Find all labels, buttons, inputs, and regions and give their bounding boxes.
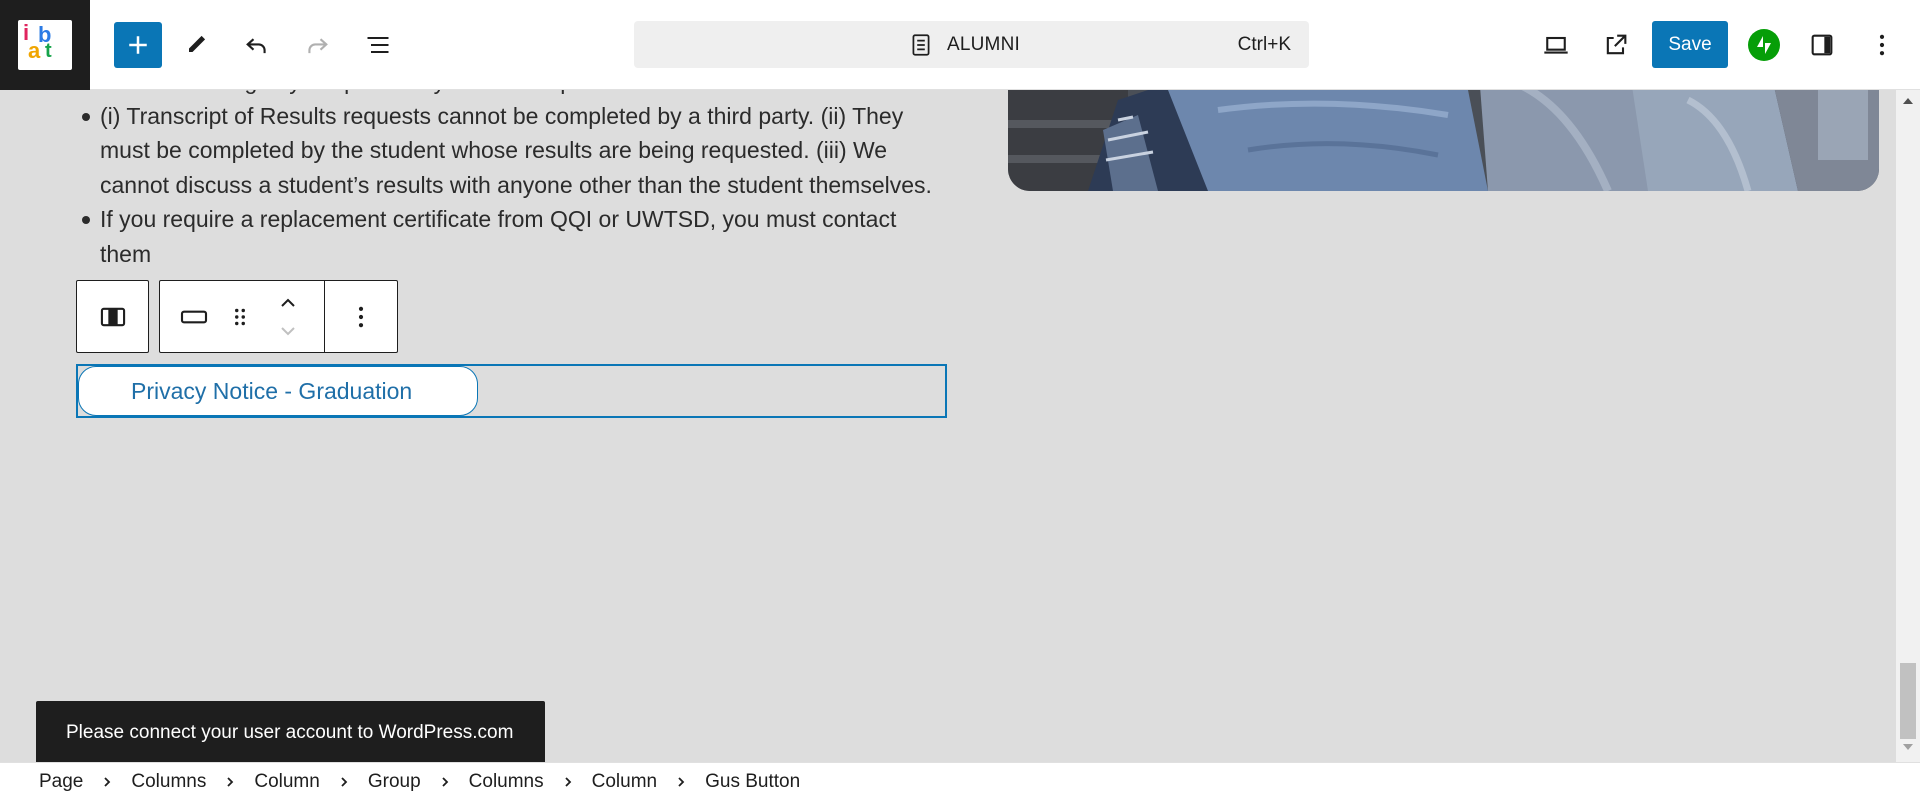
site-logo-image: i b a t bbox=[18, 20, 72, 70]
breadcrumb-label: Group bbox=[367, 770, 421, 792]
chevron-right-icon bbox=[216, 775, 244, 789]
block-toolbar bbox=[159, 280, 398, 353]
scroll-up-arrow[interactable] bbox=[1903, 98, 1913, 104]
add-block-button[interactable] bbox=[114, 22, 162, 68]
document-title: ALUMNI bbox=[947, 34, 1020, 55]
block-breadcrumb: Page Columns Column Group Columns Column… bbox=[0, 762, 1920, 800]
pencil-icon bbox=[187, 35, 206, 57]
save-button[interactable]: Save bbox=[1652, 21, 1728, 68]
logo-letter: a bbox=[28, 38, 41, 63]
plus-icon bbox=[129, 36, 147, 54]
block-type-button[interactable] bbox=[176, 299, 212, 335]
list-item[interactable]: (i) Transcript of Results requests canno… bbox=[82, 99, 950, 203]
breadcrumb-label: Column bbox=[254, 770, 320, 792]
breadcrumb-item[interactable]: Columns bbox=[469, 771, 544, 793]
columns-icon bbox=[100, 307, 125, 326]
breadcrumb-item[interactable]: Page bbox=[39, 771, 83, 793]
site-logo[interactable]: i b a t bbox=[0, 0, 90, 90]
command-shortcut: Ctrl+K bbox=[1237, 34, 1291, 55]
move-down-button[interactable] bbox=[270, 319, 306, 343]
logo-letter: t bbox=[45, 40, 52, 62]
move-up-button[interactable] bbox=[270, 291, 306, 315]
page-icon bbox=[912, 34, 930, 56]
photo-image bbox=[1008, 90, 1879, 191]
list-view-icon bbox=[367, 36, 389, 54]
options-button[interactable] bbox=[1858, 22, 1906, 68]
drag-handle-button[interactable] bbox=[222, 299, 258, 335]
tools-button[interactable] bbox=[172, 22, 220, 68]
chevron-right-icon bbox=[93, 775, 121, 789]
laptop-icon bbox=[1544, 36, 1568, 54]
document-overview-button[interactable] bbox=[354, 22, 402, 68]
bullet-list[interactable]: allow 3 working days to produce your tra… bbox=[82, 90, 950, 271]
sidebar-icon bbox=[1811, 34, 1833, 56]
breadcrumb-item[interactable]: Columns bbox=[131, 771, 206, 793]
privacy-notice-button[interactable]: Privacy Notice - Graduation bbox=[78, 366, 478, 416]
breadcrumb-item-current: Gus Button bbox=[705, 771, 800, 793]
chevron-right-icon bbox=[667, 775, 695, 789]
notice-text: Please connect your user account to Word… bbox=[66, 721, 514, 743]
drag-handle-icon bbox=[235, 308, 245, 326]
view-page-button[interactable] bbox=[1592, 22, 1640, 68]
breadcrumb-label: Page bbox=[39, 770, 84, 792]
chevron-right-icon bbox=[431, 775, 459, 789]
external-link-icon bbox=[1606, 34, 1627, 55]
undo-button[interactable] bbox=[233, 22, 281, 68]
scrollbar-thumb[interactable] bbox=[1900, 663, 1916, 739]
canvas-scrollbar[interactable] bbox=[1896, 90, 1920, 762]
chevron-right-icon bbox=[554, 775, 582, 789]
toolbar-divider bbox=[324, 281, 325, 352]
jetpack-button[interactable] bbox=[1748, 29, 1780, 61]
settings-button[interactable] bbox=[1798, 22, 1846, 68]
redo-button[interactable] bbox=[293, 22, 341, 68]
breadcrumb-item[interactable]: Column bbox=[254, 771, 319, 793]
command-bar[interactable]: ALUMNI Ctrl+K bbox=[634, 21, 1309, 68]
editor-canvas: allow 3 working days to produce your tra… bbox=[0, 90, 1896, 762]
editor-header: i b a t ALUMNI Ctrl+K Save bbox=[0, 0, 1920, 90]
redo-icon bbox=[308, 38, 328, 54]
chevron-up-icon bbox=[281, 298, 295, 307]
jetpack-icon bbox=[1757, 36, 1771, 54]
breadcrumb-label: Column bbox=[591, 770, 658, 792]
more-vertical-icon bbox=[358, 306, 364, 328]
breadcrumb-label: Gus Button bbox=[705, 770, 801, 792]
list-item[interactable]: allow 3 working days to produce your tra… bbox=[100, 90, 950, 99]
more-vertical-icon bbox=[1879, 34, 1885, 56]
list-item[interactable]: If you require a replacement certificate… bbox=[82, 202, 950, 271]
students-photo[interactable] bbox=[1008, 90, 1879, 191]
scroll-down-arrow[interactable] bbox=[1903, 744, 1913, 750]
breadcrumb-label: Columns bbox=[131, 770, 207, 792]
chevron-down-icon bbox=[281, 327, 295, 336]
breadcrumb-item[interactable]: Group bbox=[368, 771, 421, 793]
block-options-button[interactable] bbox=[343, 299, 379, 335]
select-parent-block-button[interactable] bbox=[76, 280, 149, 353]
button-icon bbox=[180, 310, 208, 324]
chevron-right-icon bbox=[330, 775, 358, 789]
breadcrumb-label: Columns bbox=[468, 770, 544, 792]
notice-snackbar[interactable]: Please connect your user account to Word… bbox=[36, 701, 545, 764]
preview-button[interactable] bbox=[1532, 22, 1580, 68]
undo-icon bbox=[246, 38, 266, 54]
breadcrumb-item[interactable]: Column bbox=[592, 771, 657, 793]
